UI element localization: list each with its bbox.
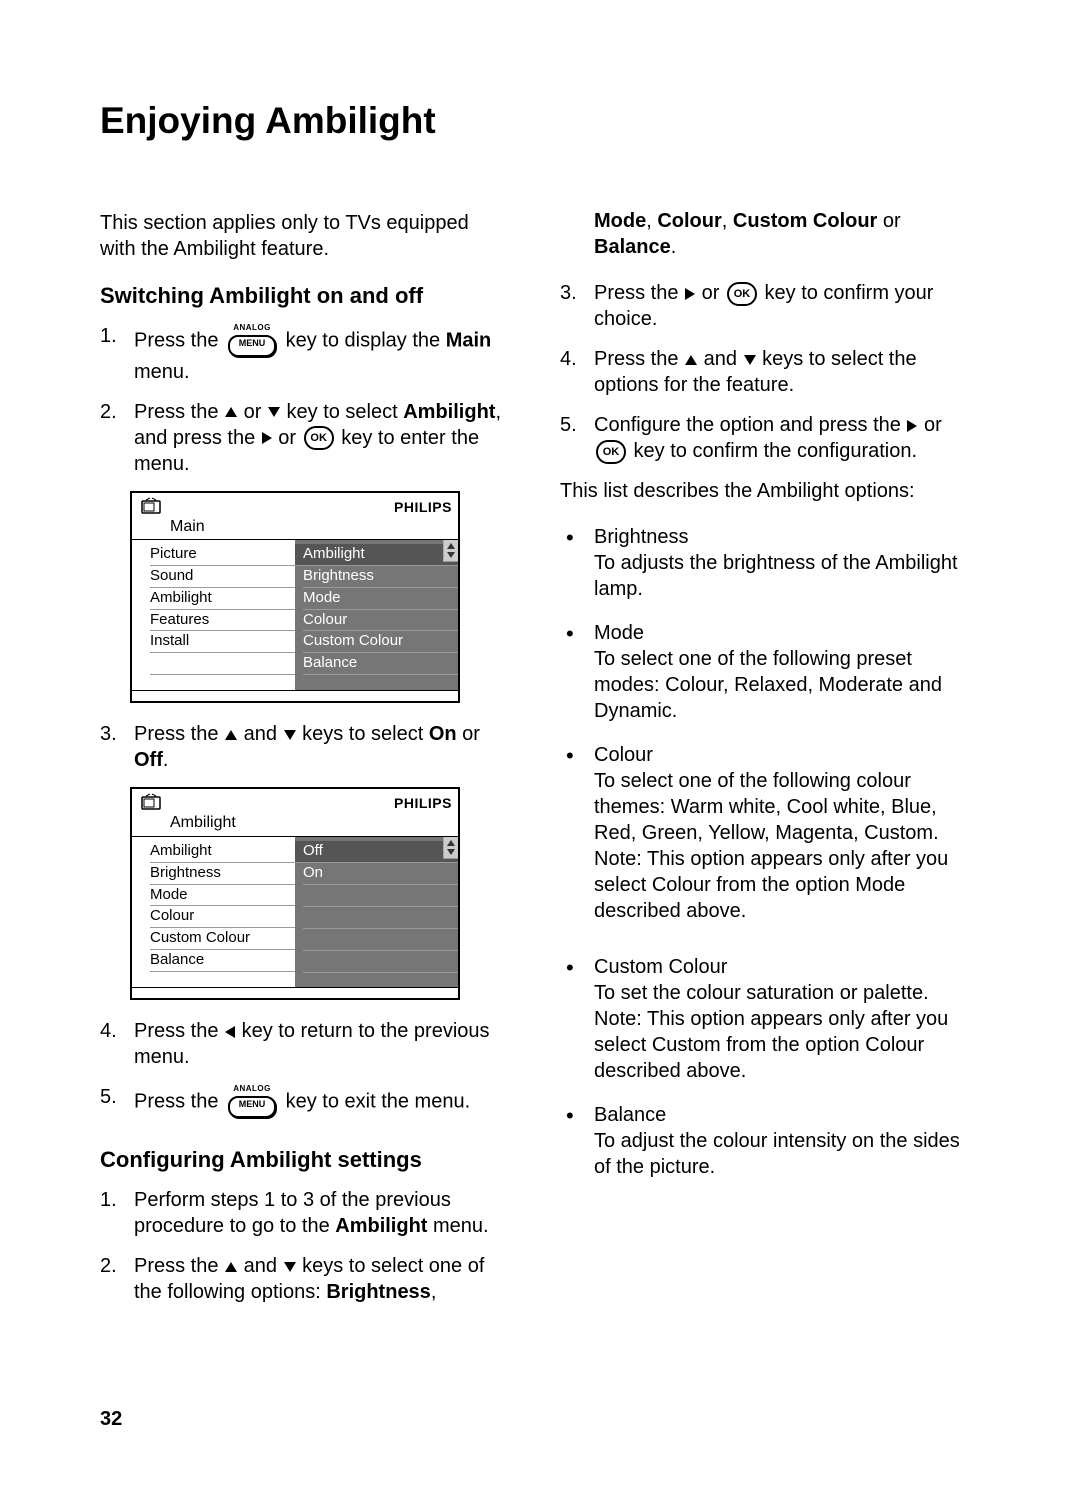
list-item: Ambilight bbox=[150, 588, 295, 610]
scrollbar bbox=[443, 540, 458, 562]
configure-step-4: Press the and keys to select the options… bbox=[560, 346, 965, 398]
left-arrow-icon bbox=[225, 1026, 235, 1038]
configure-step-2: Press the and keys to select one of the … bbox=[100, 1253, 505, 1305]
down-arrow-icon bbox=[284, 730, 296, 740]
down-arrow-icon bbox=[268, 407, 280, 417]
option-brightness: Brightness To adjusts the brightness of … bbox=[560, 524, 965, 602]
page-number: 32 bbox=[100, 1408, 122, 1431]
list-item: Mode bbox=[150, 885, 295, 907]
left-column: This section applies only to TVs equippe… bbox=[100, 210, 505, 1319]
tv-icon bbox=[138, 793, 164, 813]
down-arrow-icon bbox=[744, 355, 756, 365]
page-title: Enjoying Ambilight bbox=[100, 100, 990, 142]
list-item: Colour bbox=[150, 906, 295, 928]
configure-step-1: Perform steps 1 to 3 of the previous pro… bbox=[100, 1187, 505, 1239]
menu-key-icon: ANALOG bbox=[226, 1084, 278, 1120]
list-item: Mode bbox=[303, 588, 458, 610]
up-arrow-icon bbox=[225, 407, 237, 417]
osd-left-list: Picture Sound Ambilight Features Install bbox=[132, 540, 295, 690]
ok-key-icon: OK bbox=[596, 440, 626, 464]
osd-title: Main bbox=[132, 517, 458, 541]
switch-step-2: Press the or key to select Ambilight, an… bbox=[100, 399, 505, 477]
options-list: Brightness To adjusts the brightness of … bbox=[560, 524, 965, 1180]
list-item: Off bbox=[295, 841, 458, 863]
configure-step-5: Configure the option and press the or OK… bbox=[560, 412, 965, 464]
switch-steps: Press the ANALOG key to display the Main… bbox=[100, 323, 505, 477]
list-item: Brightness bbox=[150, 863, 295, 885]
configure-step-2-cont: Mode, Colour, Custom Colour or Balance. bbox=[560, 208, 965, 260]
option-mode: Mode To select one of the following pres… bbox=[560, 620, 965, 724]
right-arrow-icon bbox=[907, 420, 917, 432]
switch-steps-cont: Press the and keys to select On or Off. bbox=[100, 721, 505, 773]
options-intro: This list describes the Ambilight option… bbox=[560, 478, 965, 504]
switch-step-5: Press the ANALOG key to exit the menu. bbox=[100, 1084, 505, 1120]
osd-right-list: Off On bbox=[295, 837, 458, 987]
intro-text: This section applies only to TVs equippe… bbox=[100, 210, 505, 262]
switch-step-4: Press the key to return to the previous … bbox=[100, 1018, 505, 1070]
ok-key-icon: OK bbox=[304, 426, 334, 450]
configure-step-3: Press the or OK key to confirm your choi… bbox=[560, 280, 965, 332]
list-item: Ambilight bbox=[150, 841, 295, 863]
brand-label: PHILIPS bbox=[394, 794, 452, 812]
osd-title: Ambilight bbox=[132, 813, 458, 837]
down-arrow-icon bbox=[284, 1262, 296, 1272]
configure-steps-right: Press the or OK key to confirm your choi… bbox=[560, 280, 965, 464]
switch-step-1: Press the ANALOG key to display the Main… bbox=[100, 323, 505, 385]
list-item: Picture bbox=[150, 544, 295, 566]
up-arrow-icon bbox=[225, 1262, 237, 1272]
up-arrow-icon bbox=[225, 730, 237, 740]
list-item: Ambilight bbox=[295, 544, 458, 566]
subheading-configuring: Configuring Ambilight settings bbox=[100, 1146, 505, 1175]
scrollbar bbox=[443, 837, 458, 859]
brand-label: PHILIPS bbox=[394, 498, 452, 516]
configure-steps-left: Perform steps 1 to 3 of the previous pro… bbox=[100, 1187, 505, 1305]
list-item: Features bbox=[150, 610, 295, 632]
osd-right-list: Ambilight Brightness Mode Colour Custom … bbox=[295, 540, 458, 690]
list-item: Install bbox=[150, 631, 295, 653]
list-item: Colour bbox=[303, 610, 458, 632]
switch-step-3: Press the and keys to select On or Off. bbox=[100, 721, 505, 773]
osd-ambilight-menu: PHILIPS Ambilight Ambilight Brightness M… bbox=[130, 787, 460, 1000]
list-item: On bbox=[303, 863, 458, 885]
ok-key-icon: OK bbox=[727, 282, 757, 306]
osd-main-menu: PHILIPS Main Picture Sound Ambilight Fea… bbox=[130, 491, 460, 704]
right-column: Mode, Colour, Custom Colour or Balance. … bbox=[560, 210, 965, 1319]
subheading-switching: Switching Ambilight on and off bbox=[100, 282, 505, 311]
list-item: Sound bbox=[150, 566, 295, 588]
option-colour: Colour To select one of the following co… bbox=[560, 742, 965, 924]
up-arrow-icon bbox=[685, 355, 697, 365]
right-arrow-icon bbox=[685, 288, 695, 300]
option-balance: Balance To adjust the colour intensity o… bbox=[560, 1102, 965, 1180]
list-item: Custom Colour bbox=[150, 928, 295, 950]
switch-steps-cont2: Press the key to return to the previous … bbox=[100, 1018, 505, 1120]
list-item: Custom Colour bbox=[303, 631, 458, 653]
menu-key-icon: ANALOG bbox=[226, 323, 278, 359]
right-arrow-icon bbox=[262, 432, 272, 444]
list-item: Balance bbox=[150, 950, 295, 972]
list-item: Balance bbox=[303, 653, 458, 675]
option-custom-colour: Custom Colour To set the colour saturati… bbox=[560, 954, 965, 1084]
tv-icon bbox=[138, 497, 164, 517]
list-item: Brightness bbox=[303, 566, 458, 588]
osd-left-list: Ambilight Brightness Mode Colour Custom … bbox=[132, 837, 295, 987]
